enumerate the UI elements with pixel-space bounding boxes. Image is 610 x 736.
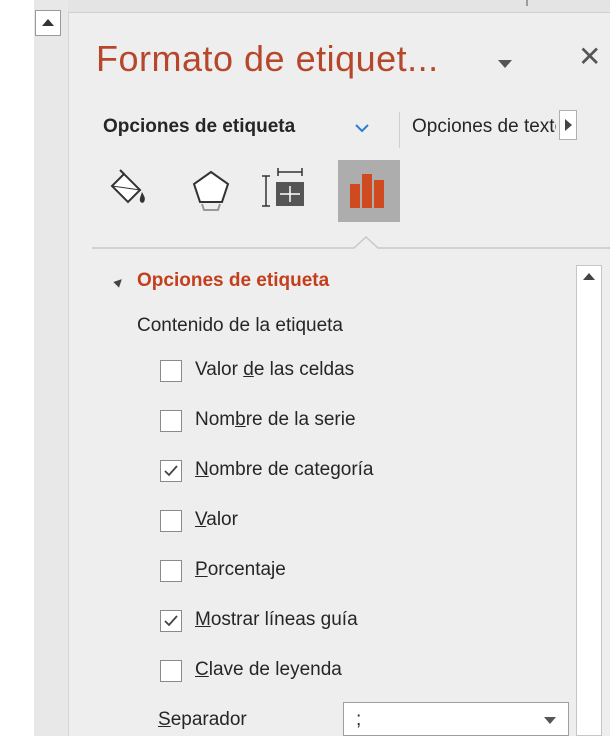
separator-label: Separador [158, 709, 247, 730]
dropdown-triangle-icon[interactable] [498, 60, 512, 68]
separator-select[interactable]: ; [343, 702, 569, 736]
checkbox-label: Porcentaje [195, 559, 286, 580]
checkbox[interactable] [160, 560, 182, 582]
left-edge [0, 0, 35, 736]
checkbox[interactable] [160, 610, 182, 632]
format-label-pane: Formato de etiquet... ✕ Opciones de etiq… [0, 0, 610, 736]
checkbox-label: Mostrar líneas guía [195, 609, 358, 630]
top-border-tick [526, 0, 528, 6]
top-border [68, 0, 610, 13]
collapse-triangle-icon[interactable] [113, 276, 125, 288]
checkbox-label: Nombre de la serie [195, 409, 356, 430]
tab-separator [399, 112, 400, 148]
checkbox[interactable] [160, 410, 182, 432]
label-options-icon[interactable] [338, 160, 400, 222]
checkbox[interactable] [160, 360, 182, 382]
left-scrollbar-track[interactable] [34, 0, 69, 736]
chevron-down-icon[interactable] [354, 120, 370, 136]
subsection-title: Contenido de la etiqueta [137, 315, 343, 336]
tab-text-options[interactable]: Opciones de texto [412, 116, 556, 138]
section-title[interactable]: Opciones de etiqueta [137, 270, 329, 292]
checkbox[interactable] [160, 660, 182, 682]
section-divider [92, 235, 610, 249]
checkbox-label: Clave de leyenda [195, 659, 342, 680]
checkbox-label: Nombre de categoría [195, 459, 374, 480]
checkbox[interactable] [160, 510, 182, 532]
pane-title: Formato de etiquet... [96, 38, 439, 79]
size-properties-icon[interactable] [258, 160, 320, 222]
chevron-right-icon[interactable] [559, 110, 577, 140]
fill-line-icon[interactable] [98, 160, 160, 222]
checkbox-label: Valor de las celdas [195, 359, 355, 380]
tab-label-options[interactable]: Opciones de etiqueta [103, 116, 295, 138]
scroll-up-icon[interactable] [577, 266, 601, 290]
effects-icon[interactable] [180, 160, 242, 222]
chevron-down-icon [544, 717, 556, 724]
checkbox[interactable] [160, 460, 182, 482]
close-icon[interactable]: ✕ [578, 40, 601, 73]
right-scrollbar-track[interactable] [576, 265, 602, 736]
separator-value: ; [356, 709, 362, 730]
left-scroll-up-button[interactable] [35, 10, 61, 36]
checkbox-label: Valor [195, 509, 238, 530]
